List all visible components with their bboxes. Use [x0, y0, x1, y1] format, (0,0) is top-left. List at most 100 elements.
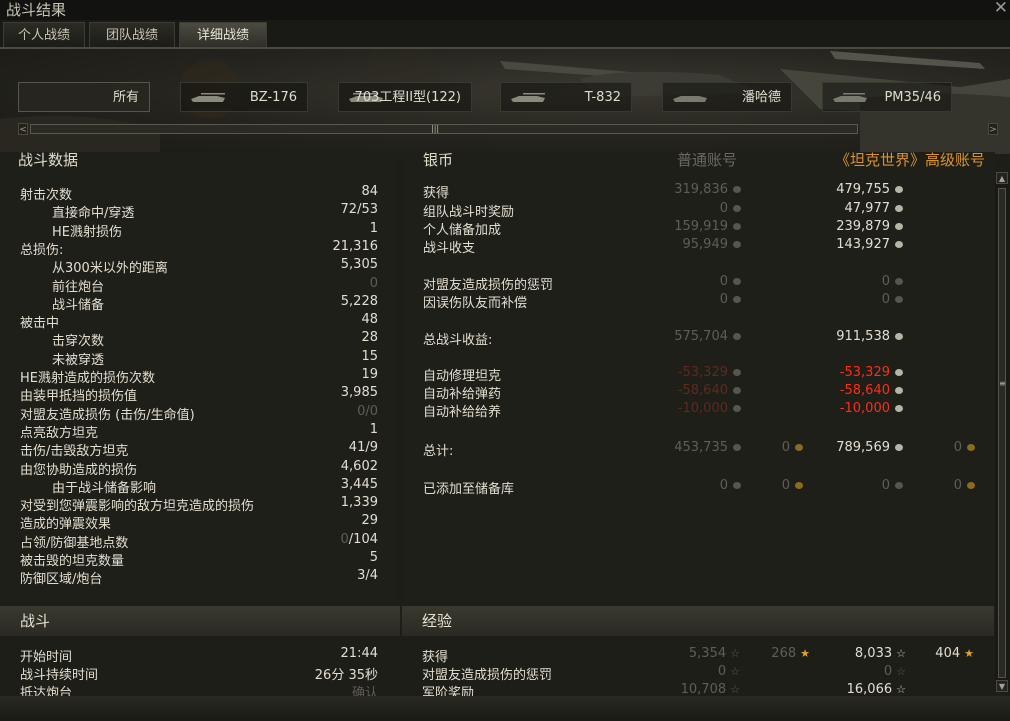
row-value: 3,985: [340, 385, 378, 401]
battle-data-row: 战斗储备 5,228: [20, 294, 380, 313]
vehicle-tab-label: 潘哈德: [741, 90, 781, 105]
scrollbar-grip[interactable]: |||: [431, 124, 439, 133]
credit-icon: [895, 333, 903, 340]
prem_free-value: 404 ★: [935, 646, 974, 661]
row-label: 对盟友造成损伤的惩罚: [422, 668, 553, 683]
credit-icon: [733, 186, 741, 193]
vehicle-tab-all[interactable]: 所有: [18, 82, 150, 112]
premium-value-text: 911,538: [836, 329, 890, 344]
row-value: 4,602: [340, 458, 378, 474]
scrollbar-track[interactable]: ≡: [998, 188, 1006, 678]
gold-icon: [795, 482, 803, 489]
tab-detailed[interactable]: 详细战绩: [179, 22, 267, 48]
row-label: 防御区域/炮台: [20, 572, 103, 588]
row-label: 射击次数: [20, 188, 73, 203]
standard-value: 0: [720, 201, 741, 216]
vehicle-tab-label: PM35/46: [884, 90, 941, 105]
standard-value: 575,704: [674, 329, 741, 344]
premium-value: 479,755: [836, 182, 903, 197]
row-value: 5,305: [340, 257, 378, 273]
standard-value: 0: [720, 478, 741, 493]
star-icon: ☆: [730, 665, 740, 678]
premium-value: -58,640: [840, 383, 903, 398]
vehicle-tab-t832[interactable]: T-832: [500, 82, 632, 112]
standard-value: -58,640: [678, 383, 741, 398]
standard-value: 159,919: [674, 219, 741, 234]
credits-row: 自动修理坦克 -53,329 -53,329: [423, 365, 993, 384]
vehicle-tab-label: BZ-176: [249, 90, 297, 105]
vehicle-tab-object703[interactable]: 703工程II型(122): [338, 82, 472, 112]
tank-icon: [673, 96, 707, 102]
battle-data-row: 由于战斗储备影响 3,445: [20, 477, 380, 496]
credit-icon: [895, 296, 903, 303]
vehicle-tab-panhard[interactable]: 潘哈德: [662, 82, 792, 112]
credits-row: 对盟友造成损伤的惩罚 0 0: [423, 274, 993, 293]
tab-personal[interactable]: 个人战绩: [3, 22, 85, 48]
row-value: 28: [361, 330, 378, 346]
credit-icon: [733, 369, 741, 376]
standard-value-text: -10,000: [677, 401, 728, 416]
credit-icon: [895, 444, 903, 451]
vehicle-tab-bz176[interactable]: BZ-176: [180, 82, 308, 112]
row-label: 从300米以外的距离: [52, 261, 168, 277]
close-icon[interactable]: ✕: [994, 0, 1008, 18]
tab-team[interactable]: 团队战绩: [89, 22, 175, 48]
credit-icon: [895, 205, 903, 212]
scroll-right-icon[interactable]: >: [988, 123, 998, 135]
battle-data-row: 由您协助造成的损伤 4,602: [20, 458, 380, 478]
row-label: 对盟友造成损伤的惩罚: [423, 278, 554, 293]
row-label: 已添加至储备库: [423, 482, 515, 497]
premium-value: 0: [882, 292, 903, 307]
premium-value-text: -58,640: [839, 383, 890, 398]
scroll-up-icon[interactable]: ▲: [996, 172, 1008, 184]
credits-row: 获得 319,836 479,755: [423, 182, 993, 201]
battle-data-row: 未被穿透 15: [20, 349, 380, 368]
scroll-down-icon[interactable]: ▼: [996, 680, 1008, 692]
std-value: 5,354 ☆: [689, 646, 740, 661]
battle-data-row: 射击次数 84: [20, 184, 380, 203]
row-label: 组队战斗时奖励: [423, 205, 515, 220]
battle-row: 开始时间 21:44: [20, 646, 380, 665]
credit-icon: [895, 241, 903, 248]
standard-value: 0: [720, 292, 741, 307]
star-icon: ★: [964, 647, 974, 660]
row-value: 0: [369, 275, 378, 291]
std-value: 0 ☆: [718, 664, 740, 679]
std-value: 10,708 ☆: [681, 682, 740, 697]
row-label: 占领/防御基地点数: [20, 535, 129, 551]
vehicle-tab-pm3546[interactable]: PM35/46: [822, 82, 952, 112]
row-label: 由于战斗储备影响: [52, 480, 157, 496]
credit-icon: [733, 205, 741, 212]
scrollbar-grip[interactable]: ≡: [999, 379, 1006, 388]
premium-value-text: 479,755: [836, 182, 890, 197]
row-label: 击伤/击毁敌方坦克: [20, 444, 129, 460]
standard-gold-text: 0: [781, 478, 790, 493]
row-label: 自动补给给养: [423, 405, 502, 420]
tank-icon: [833, 93, 867, 102]
scroll-left-icon[interactable]: <: [18, 123, 28, 135]
battle-data-row: 总损伤: 21,316: [20, 239, 380, 258]
premium-gold-value: 0: [954, 440, 975, 455]
battle-data-row: 前往炮台 0: [20, 275, 380, 295]
experience-header: 经验: [402, 606, 994, 636]
standard-gold-value: 0: [782, 440, 803, 455]
credits-panel: 银币 普通账号 《坦克世界》高级账号 获得 319,836 479,755 组队战斗时…: [405, 152, 995, 602]
prem-value: 0 ☆: [884, 664, 906, 679]
row-value: 41/9: [348, 440, 378, 456]
credits-row: 自动补给给养 -10,000 -10,000: [423, 401, 993, 420]
battle-data-row: 直接命中/穿透 72/53: [20, 202, 380, 221]
standard-value: 95,949: [683, 237, 741, 252]
premium-value-text: 0: [881, 274, 890, 289]
premium-value: 143,927: [836, 237, 903, 252]
footer-bar: [0, 696, 1010, 721]
vertical-scrollbar[interactable]: ▲ ≡ ▼: [995, 172, 1009, 692]
scrollbar-track[interactable]: |||: [30, 124, 858, 134]
row-label: 获得: [423, 186, 450, 201]
std-text: 0: [717, 664, 727, 679]
battle-data-header: 战斗数据: [18, 152, 79, 169]
standard-value-text: 0: [719, 274, 728, 289]
horizontal-scrollbar[interactable]: < ||| >: [18, 121, 998, 137]
row-value: 0/104: [341, 532, 378, 547]
row-value: 72/53: [340, 202, 378, 218]
row-label: 造成的弹震效果: [20, 517, 112, 533]
